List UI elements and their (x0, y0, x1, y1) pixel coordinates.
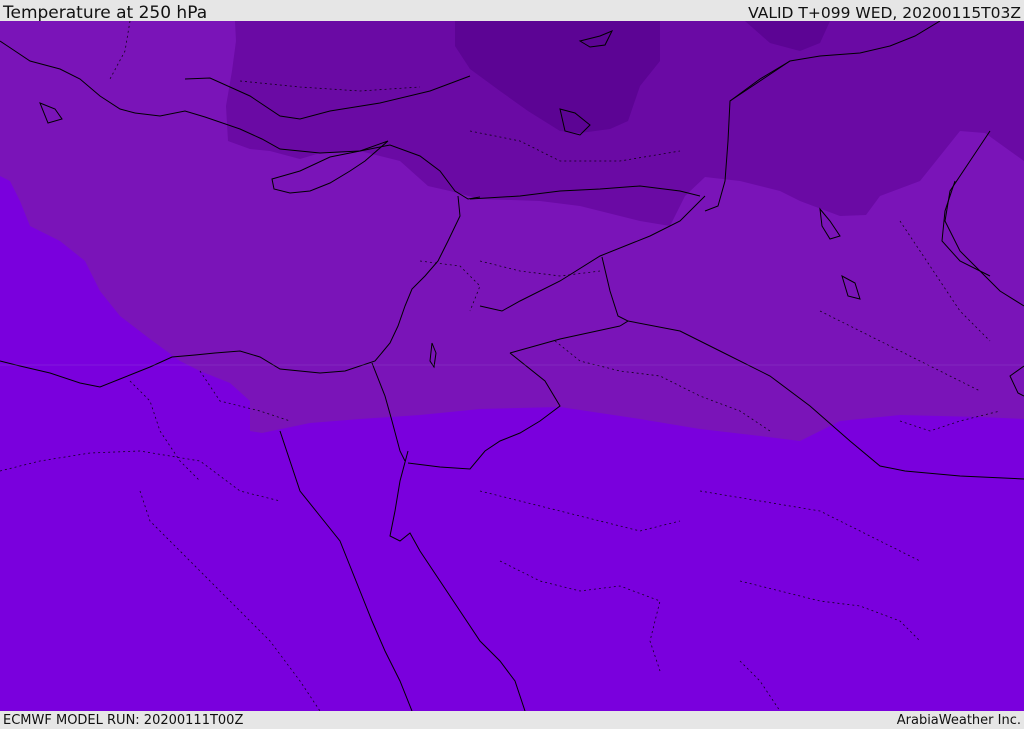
credit-label: ArabiaWeather Inc. (896, 713, 1021, 728)
temperature-map (0, 21, 1024, 711)
weather-map-frame: Temperature at 250 hPa VALID T+099 WED, … (0, 0, 1024, 729)
footer-bar: ECMWF MODEL RUN: 20200111T00Z ArabiaWeat… (0, 711, 1024, 729)
model-run-label: ECMWF MODEL RUN: 20200111T00Z (3, 713, 244, 728)
header-bar: Temperature at 250 hPa VALID T+099 WED, … (0, 0, 1024, 23)
map-title: Temperature at 250 hPa (3, 3, 208, 23)
valid-time-label: VALID T+099 WED, 20200115T03Z (748, 4, 1021, 22)
